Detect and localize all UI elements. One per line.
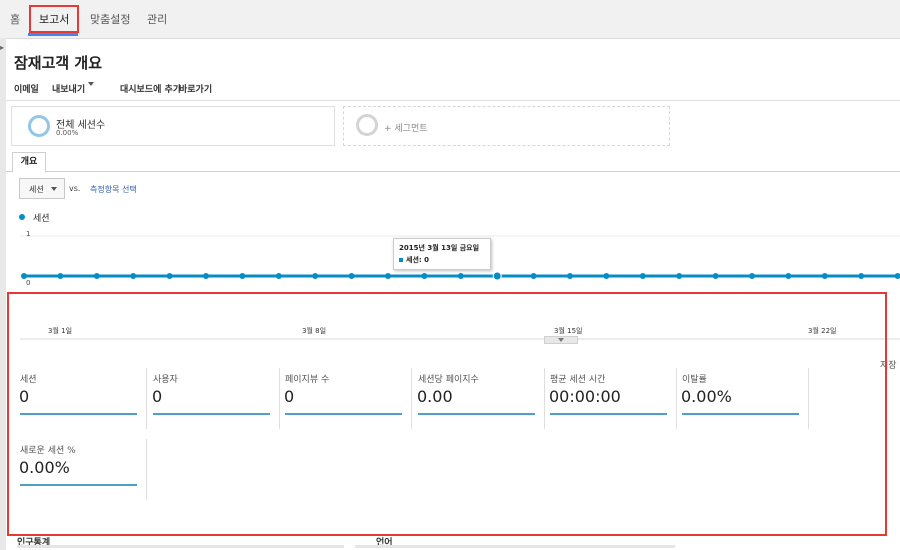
tab-home[interactable]: 홈 xyxy=(10,11,20,27)
data-point xyxy=(858,273,865,279)
data-point xyxy=(894,273,900,279)
tab-overview[interactable]: 개요 xyxy=(12,152,46,173)
add-to-dashboard-button[interactable]: 대시보드에 추가 xyxy=(120,82,181,95)
data-point xyxy=(130,273,137,279)
data-point xyxy=(492,271,502,281)
data-point xyxy=(203,273,209,279)
data-point xyxy=(93,273,100,279)
tooltip-value: 세션: 0 xyxy=(406,256,429,264)
data-point xyxy=(821,273,828,279)
y-tick-label: 1 xyxy=(26,230,30,238)
add-segment-label: + 세그먼트 xyxy=(384,124,428,134)
segment-ring-icon xyxy=(28,115,50,137)
data-point xyxy=(239,273,246,279)
toolbar-divider xyxy=(6,100,900,101)
tab-admin[interactable]: 관리 xyxy=(147,11,167,27)
data-point xyxy=(166,273,173,279)
data-point xyxy=(785,273,792,279)
add-segment-button[interactable]: + 세그먼트 xyxy=(343,106,670,146)
tooltip-value-row: 세션: 0 xyxy=(399,255,429,265)
demographics-divider xyxy=(17,545,344,548)
highlight-box xyxy=(7,292,887,536)
segment-all-sessions[interactable]: 전체 세션수 0.00% xyxy=(11,106,335,146)
data-point xyxy=(312,273,319,279)
data-point xyxy=(712,273,719,279)
export-label: 내보내기 xyxy=(52,85,86,95)
chevron-down-icon xyxy=(88,82,95,86)
export-button[interactable]: 내보내기 xyxy=(52,82,95,95)
data-point xyxy=(676,273,683,279)
tooltip-date: 2015년 3월 13일 금요일 xyxy=(399,244,480,252)
chevron-down-icon xyxy=(51,187,57,191)
data-point xyxy=(457,273,464,279)
legend-dot-icon xyxy=(19,214,25,220)
y-tick-label: 0 xyxy=(26,279,30,287)
data-point xyxy=(348,273,355,279)
metric-select[interactable]: 세션 xyxy=(19,178,65,199)
collapse-arrow-icon: ▸ xyxy=(0,43,5,52)
tab-customization[interactable]: 맞춤설정 xyxy=(90,11,130,27)
choose-metric-link[interactable]: 측정항목 선택 xyxy=(90,184,137,195)
segment-percent: 0.00% xyxy=(56,129,79,137)
email-button[interactable]: 이메일 xyxy=(14,82,39,95)
reports-highlight-box xyxy=(29,5,79,33)
metric-select-label: 세션 xyxy=(29,185,44,194)
vs-label: vs. xyxy=(69,184,81,193)
data-point xyxy=(749,273,755,279)
data-point xyxy=(639,273,646,279)
data-point xyxy=(57,273,64,279)
data-point xyxy=(275,273,282,279)
language-divider xyxy=(355,545,675,548)
tab-divider xyxy=(6,171,900,172)
data-point xyxy=(530,273,537,279)
chart-tooltip: 2015년 3월 13일 금요일 세션: 0 xyxy=(393,238,491,270)
legend-label: 세션 xyxy=(33,214,50,224)
add-segment-ring-icon xyxy=(356,114,378,136)
data-point xyxy=(385,273,391,279)
data-point xyxy=(421,273,428,279)
active-tab-indicator xyxy=(28,33,78,36)
top-nav: 홈 보고서 맞춤설정 관리 xyxy=(0,0,900,39)
series-square-icon xyxy=(399,258,403,262)
shortcut-button[interactable]: 바로가기 xyxy=(179,82,212,95)
page-title: 잠재고객 개요 xyxy=(14,54,103,72)
data-point xyxy=(603,273,610,279)
data-point xyxy=(567,273,573,279)
